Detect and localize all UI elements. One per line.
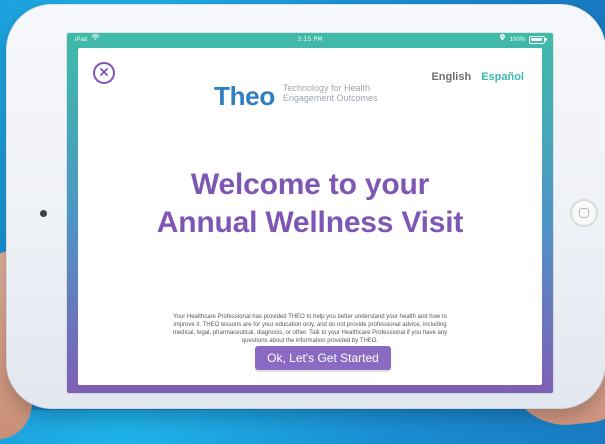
close-button[interactable] [93,62,115,84]
disclaimer-line-2: improve it. THEO lessons are for your ed… [173,322,447,328]
wifi-icon [91,33,100,47]
disclaimer: Your Healthcare Professional has provide… [138,313,482,345]
theo-logo: Theo Technology for Health Engagement Ou… [214,83,377,109]
status-bar: iPad 3:15 PM 100% [67,33,553,47]
home-button[interactable] [570,199,598,227]
tagline-line-2: Engagement Outcomes [282,92,378,103]
welcome-title-line-1: Welcome to your [190,168,430,201]
logo-tagline: Technology for Health Engagement Outcome… [282,83,378,104]
content-panel: Theo Technology for Health Engagement Ou… [78,48,542,385]
close-icon [99,64,109,82]
status-right: 100% [499,33,547,47]
logo-wordmark: Theo [214,81,275,111]
battery-icon [529,36,547,44]
device-label: iPad [75,37,88,43]
location-icon [499,33,506,47]
disclaimer-line-4: questions about the information provided… [241,338,379,344]
disclaimer-line-1: Your Healthcare Professional has provide… [173,314,447,320]
language-switcher: English Español [431,71,524,83]
camera-icon [40,210,47,217]
language-english[interactable]: English [431,71,471,83]
welcome-title: Welcome to your Annual Wellness Visit [78,166,542,242]
status-left: iPad [75,33,100,47]
tablet-device: iPad 3:15 PM 100% Theo Technology for He… [6,4,605,409]
disclaimer-line-3: medical, legal, pharmaceutical, diagnosi… [172,330,448,336]
tablet-screen: iPad 3:15 PM 100% Theo Technology for He… [67,33,553,393]
start-button[interactable]: Ok, Let's Get Started [255,346,391,370]
welcome-title-line-2: Annual Wellness Visit [156,206,464,239]
language-espanol[interactable]: Español [481,71,524,83]
battery-percent: 100% [509,37,525,43]
clock: 3:15 PM [297,36,323,43]
